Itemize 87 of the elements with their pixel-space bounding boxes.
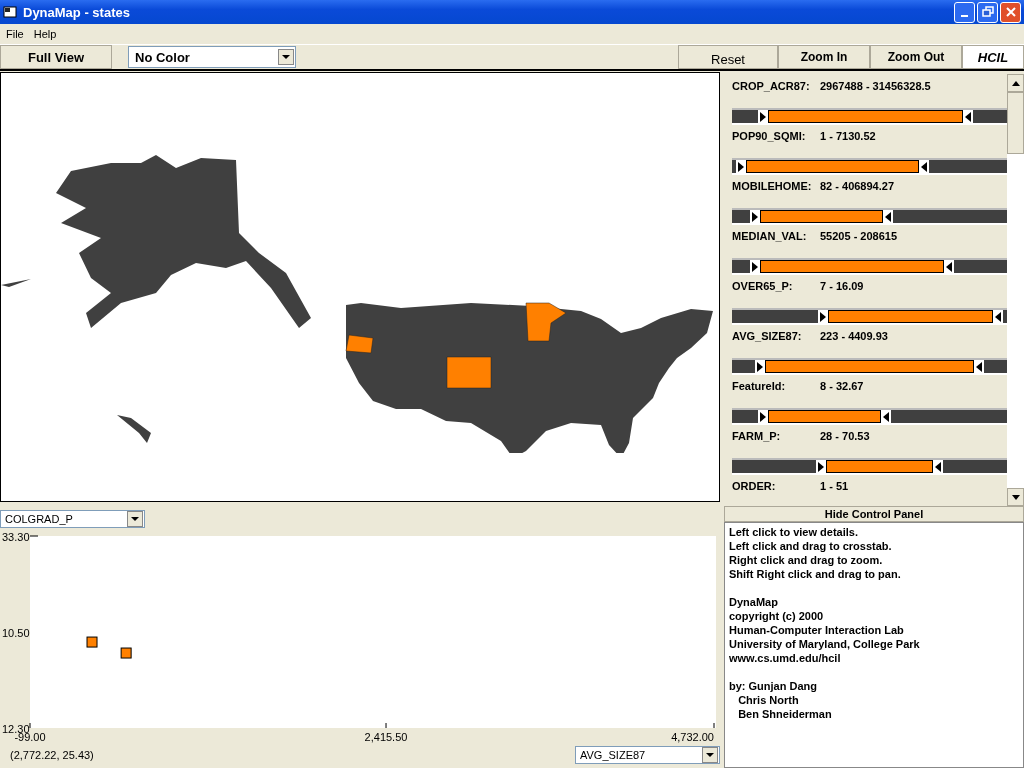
menu-item[interactable]: Help (33, 28, 57, 40)
minimize-icon (961, 15, 968, 17)
close-icon (1004, 6, 1017, 18)
range-slider[interactable] (732, 208, 1007, 225)
x-tick-label: 2,415.50 (364, 731, 408, 743)
min-handle[interactable] (818, 310, 829, 323)
x-axis-select[interactable]: AVG_SIZE87 (575, 746, 720, 764)
min-handle[interactable] (749, 210, 760, 223)
info-text: DynaMap (729, 596, 778, 608)
range-value: 2967488 - 31456328.5 (820, 80, 931, 94)
max-handle[interactable] (943, 260, 954, 273)
caret-icon (282, 54, 290, 60)
range-slider[interactable] (732, 158, 1007, 175)
attribute-name: POP90_SQMI: (732, 130, 807, 144)
range-slider[interactable] (732, 408, 1007, 425)
min-handle[interactable] (755, 360, 765, 373)
range-slider[interactable] (732, 308, 1007, 325)
y-tick-label: 33.30 (2, 531, 30, 543)
hcil-logo: HCIL (962, 45, 1024, 69)
max-handle[interactable] (993, 310, 1004, 323)
attribute-name: CROP_ACR87: (732, 80, 811, 94)
range-value: 55205 - 208615 (820, 230, 898, 244)
max-handle[interactable] (880, 410, 891, 423)
range-value: 8 - 32.67 (820, 380, 864, 394)
range-slider[interactable] (732, 358, 1007, 375)
caret-icon (706, 752, 714, 758)
info-text: www.cs.umd.edu/hcil (729, 652, 841, 664)
reset-button[interactable]: Reset (678, 45, 778, 69)
range-value: 1 - 7130.52 (820, 130, 876, 144)
info-text: University of Maryland, College Park (729, 638, 920, 650)
max-handle[interactable] (974, 360, 984, 373)
range-slider[interactable] (732, 458, 1007, 475)
restore-icon (981, 6, 994, 18)
attribute-name: AVG_SIZE87: (732, 330, 803, 344)
info-text: Ben Shneiderman (737, 708, 832, 720)
range-value: 7 - 16.09 (820, 280, 864, 294)
range-value: 1 - 51 (820, 480, 849, 494)
scroll-down-icon[interactable] (1011, 494, 1020, 500)
range-value: 223 - 4409.93 (820, 330, 888, 344)
app-icon (3, 5, 17, 19)
range-slider[interactable] (732, 258, 1007, 275)
min-handle[interactable] (757, 110, 768, 123)
info-text: Right click and drag to zoom. (729, 554, 883, 566)
x-tick-label: 4,732.00 (671, 731, 714, 743)
data-point[interactable] (120, 647, 132, 659)
info-text: Left click to view details. (729, 526, 858, 538)
info-text: Left click and drag to crosstab. (729, 540, 892, 552)
close-button[interactable] (1000, 1, 1021, 23)
max-handle[interactable] (932, 460, 943, 473)
zoom-out-button[interactable]: Zoom Out (870, 45, 962, 69)
info-text: by: Gunjan Dang (729, 680, 817, 692)
scrollbar[interactable] (1007, 74, 1024, 506)
max-handle[interactable] (963, 110, 973, 123)
scroll-up-icon[interactable] (1011, 80, 1020, 86)
info-text: Shift Right click and drag to pan. (729, 568, 901, 580)
min-handle[interactable] (757, 410, 768, 423)
zoom-in-button[interactable]: Zoom In (778, 45, 870, 69)
attribute-name: FARM_P: (732, 430, 782, 444)
y-tick-label: 10.50 (2, 627, 30, 639)
attribute-name: OVER65_P: (732, 280, 794, 294)
caret-icon (131, 516, 139, 522)
info-text: Human-Computer Interaction Lab (729, 624, 904, 636)
scroll-thumb[interactable] (1007, 92, 1024, 154)
info-text: Chris North (737, 694, 799, 706)
min-handle[interactable] (749, 260, 760, 273)
restore-button[interactable] (977, 1, 998, 23)
y-axis-select[interactable]: COLGRAD_P (0, 510, 145, 528)
min-handle[interactable] (735, 160, 746, 173)
menu-item[interactable]: File (6, 28, 24, 40)
range-value: 28 - 70.53 (820, 430, 870, 444)
cursor-coordinates: (2,772.22, 25.43) (10, 749, 94, 761)
attribute-name: MEDIAN_VAL: (732, 230, 808, 244)
color-select[interactable]: No Color (128, 46, 296, 68)
min-handle[interactable] (815, 460, 826, 473)
attribute-name: ORDER: (732, 480, 777, 494)
minimize-button[interactable] (954, 1, 975, 23)
hide-control-panel-button[interactable]: Hide Control Panel (724, 506, 1024, 522)
attribute-name: FeatureId: (732, 380, 787, 394)
max-handle[interactable] (883, 210, 894, 223)
max-handle[interactable] (919, 160, 929, 173)
window-title: DynaMap - states (23, 4, 131, 20)
info-text: copyright (c) 2000 (729, 610, 824, 622)
full-view-button[interactable]: Full View (0, 45, 112, 69)
range-value: 82 - 406894.27 (820, 180, 894, 194)
attribute-name: MOBILEHOME: (732, 180, 813, 194)
range-slider[interactable] (732, 108, 1007, 125)
data-point[interactable] (86, 636, 98, 648)
